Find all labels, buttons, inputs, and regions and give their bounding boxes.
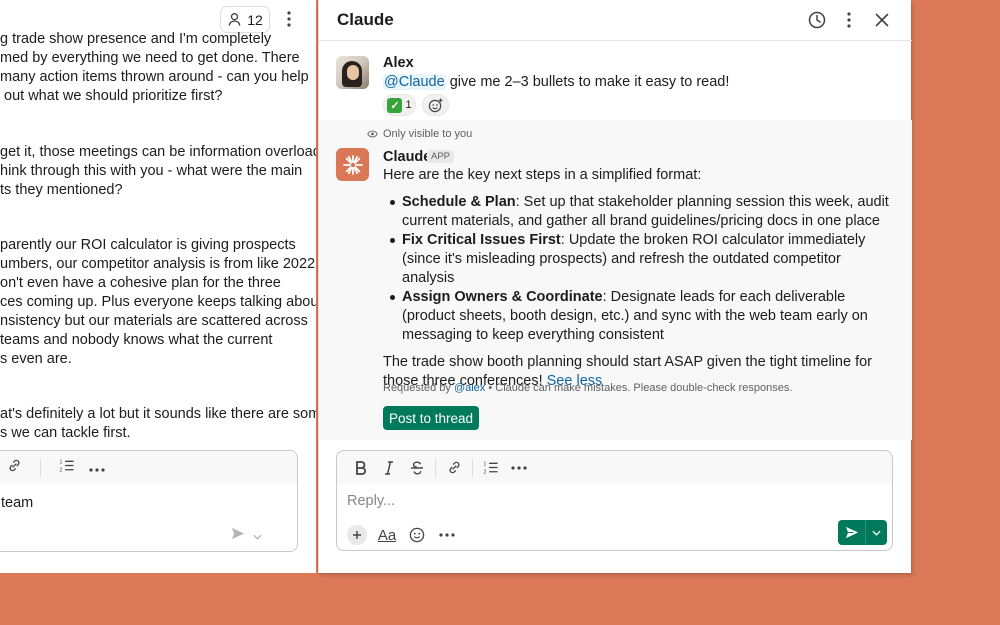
bold-icon[interactable]: [347, 454, 375, 482]
member-count: 12: [247, 11, 263, 28]
channel-composer[interactable]: 12 team: [0, 450, 298, 552]
numbered-list-icon[interactable]: 12: [59, 458, 75, 478]
members-button[interactable]: 12: [220, 6, 270, 33]
message-line: g trade show presence and I'm completely: [0, 31, 272, 47]
reaction-checkmark[interactable]: ✓ 1: [383, 94, 416, 116]
message-line: hink through this with you - what were t…: [0, 163, 303, 179]
send-icon[interactable]: [231, 527, 245, 545]
message-line: s we can tackle first.: [0, 425, 131, 441]
message-line: teams and nobody knows what the current: [0, 332, 273, 348]
claude-logo-icon[interactable]: [336, 148, 369, 181]
message-line: on't even have a cohesive plan for the t…: [0, 275, 281, 291]
app-badge: APP: [427, 150, 455, 163]
chevron-down-icon[interactable]: [253, 527, 262, 545]
message-claude: Only visible to you Claude APP Here are …: [319, 120, 912, 440]
sender-name[interactable]: Alex: [383, 55, 414, 71]
message-line: ts they mentioned?: [0, 182, 123, 198]
list-item: Assign Owners & Coordinate: Designate le…: [383, 288, 893, 345]
message-line: many action items thrown around - can yo…: [0, 69, 309, 85]
bullet-title: Assign Owners & Coordinate: [402, 289, 603, 305]
visibility-note: Only visible to you: [367, 128, 472, 140]
formatting-toolbar: 12: [0, 451, 297, 484]
add-emoji-icon: [428, 97, 443, 112]
italic-icon[interactable]: [375, 454, 403, 482]
strikethrough-icon[interactable]: [403, 454, 431, 482]
message-line: at's definitely a lot but it sounds like…: [0, 406, 316, 422]
more-formatting-icon[interactable]: [505, 454, 533, 482]
history-icon[interactable]: [806, 9, 828, 31]
close-icon[interactable]: [871, 9, 893, 31]
intro-text: Here are the key next steps in a simplif…: [383, 167, 702, 183]
emoji-icon[interactable]: [403, 521, 431, 549]
message-line: s even are.: [0, 351, 72, 367]
checkmark-icon: ✓: [387, 97, 403, 113]
link-icon[interactable]: [440, 454, 468, 482]
eye-icon: [367, 130, 378, 138]
message-body: Here are the key next steps in a simplif…: [383, 166, 893, 391]
message-line: med by everything we need to get done. T…: [0, 50, 300, 66]
post-to-thread-button[interactable]: Post to thread: [383, 406, 479, 430]
reply-input[interactable]: [347, 493, 767, 509]
list-item: Schedule & Plan: Set up that stakeholder…: [383, 193, 893, 231]
text-format-button[interactable]: Aa: [373, 521, 401, 549]
message-line: nsistency but our materials are scattere…: [0, 313, 308, 329]
more-formatting-icon[interactable]: [89, 459, 105, 477]
more-options-icon[interactable]: [278, 8, 300, 30]
message-line: umbers, our competitor analysis is from …: [0, 256, 316, 272]
disclaimer-prefix: Requested by: [383, 382, 454, 394]
thread-header: Claude: [319, 0, 912, 41]
message-line: get it, those meetings can be informatio…: [0, 144, 316, 160]
thread-panel: Claude Alex @Claude give me 2–3 bullets …: [318, 0, 912, 573]
message-line: out what we should prioritize first?: [0, 88, 223, 104]
send-button-group: [838, 520, 887, 545]
requester-mention[interactable]: @alex: [454, 382, 485, 394]
bullet-title: Schedule & Plan: [402, 194, 516, 210]
channel-pane: 12 g trade show presence and I'm complet…: [0, 0, 316, 573]
composer-actions: Aa: [343, 521, 461, 549]
send-icon[interactable]: [838, 520, 865, 545]
message-body: give me 2–3 bullets to make it easy to r…: [445, 74, 730, 90]
visibility-text: Only visible to you: [383, 128, 473, 140]
mention-link[interactable]: @Claude: [383, 74, 446, 90]
divider: [40, 458, 41, 477]
reaction-count: 1: [405, 99, 412, 111]
disclaimer-text: • Claude can make mistakes. Please doubl…: [485, 382, 793, 394]
svg-text:1: 1: [60, 459, 63, 465]
more-actions-icon[interactable]: [433, 521, 461, 549]
chevron-down-icon[interactable]: [866, 520, 887, 545]
divider: [435, 458, 436, 477]
formatting-toolbar: 12: [337, 451, 892, 484]
svg-text:1: 1: [484, 462, 487, 468]
message-line: ces coming up. Plus everyone keeps talki…: [0, 294, 316, 310]
more-options-icon[interactable]: [838, 9, 860, 31]
thread-title: Claude: [337, 10, 394, 29]
plus-icon: [347, 525, 367, 545]
list-item: Fix Critical Issues First: Update the br…: [383, 231, 893, 288]
composer-draft-text[interactable]: team: [1, 495, 33, 511]
attach-button[interactable]: [343, 521, 371, 549]
message-line: parently our ROI calculator is giving pr…: [0, 237, 296, 253]
bullet-list: Schedule & Plan: Set up that stakeholder…: [383, 193, 893, 345]
link-icon[interactable]: [7, 458, 22, 478]
bullet-title: Fix Critical Issues First: [402, 232, 561, 248]
disclaimer: Requested by @alex • Claude can make mis…: [383, 382, 792, 394]
sender-name[interactable]: Claude: [383, 149, 431, 165]
avatar[interactable]: [336, 56, 369, 89]
person-icon: [228, 13, 241, 26]
svg-text:2: 2: [60, 467, 63, 472]
svg-text:2: 2: [484, 470, 487, 475]
message-alex: Alex @Claude give me 2–3 bullets to make…: [319, 50, 912, 118]
add-reaction-button[interactable]: [422, 94, 449, 116]
numbered-list-icon[interactable]: 12: [477, 454, 505, 482]
reply-composer: 12 Aa: [336, 450, 893, 551]
send-controls: [231, 527, 262, 545]
message-text: @Claude give me 2–3 bullets to make it e…: [383, 74, 729, 90]
divider: [472, 458, 473, 477]
